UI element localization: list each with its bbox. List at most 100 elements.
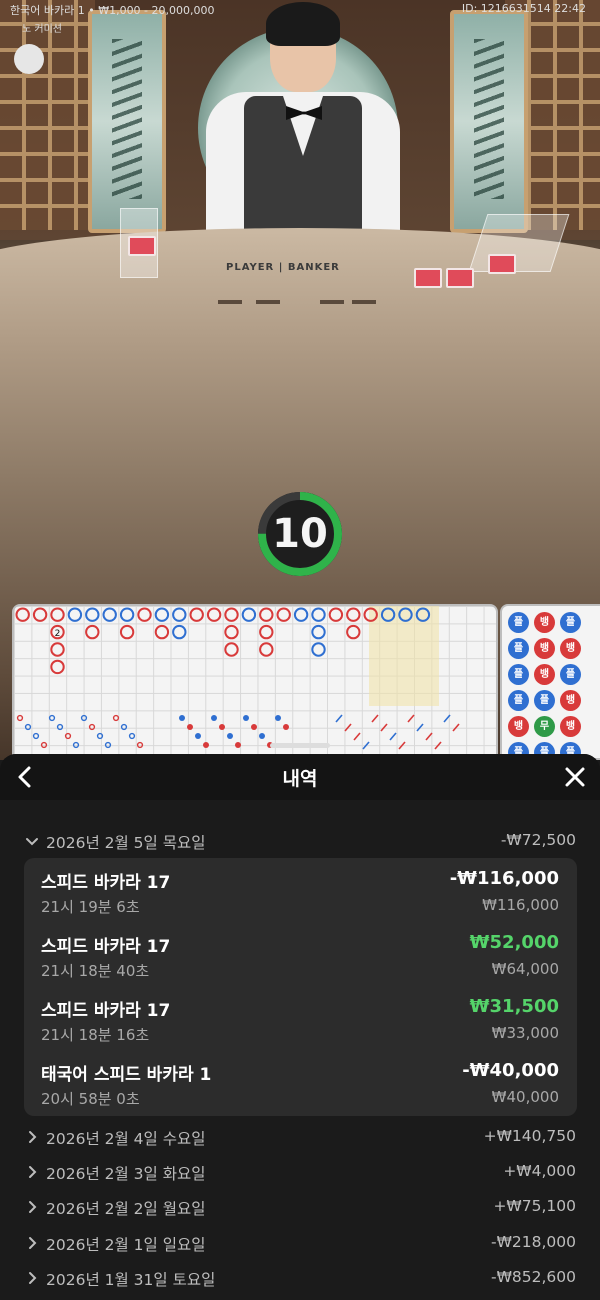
countdown-timer: 10: [254, 488, 346, 580]
cockroach-road-mark: [344, 723, 352, 732]
big-road-mark: [154, 624, 170, 640]
cockroach-road-mark: [434, 741, 442, 750]
day-total: -₩852,600: [490, 1268, 576, 1286]
day-total: -₩72,500: [500, 831, 576, 849]
transaction-time: 20시 58분 0초: [41, 1090, 140, 1108]
bead-result: 플: [560, 612, 581, 633]
derived-road-dot: [56, 723, 64, 731]
big-road-mark: [241, 607, 257, 622]
cockroach-road-mark: [443, 714, 451, 723]
small-road-dot: [179, 715, 185, 721]
big-road-mark: [346, 607, 361, 622]
big-road-mark: [259, 624, 274, 640]
bead-result: 플: [508, 690, 529, 711]
sheet-drag-handle[interactable]: [270, 743, 330, 748]
big-road-mark: [293, 607, 309, 622]
bead-result: 뱅: [560, 716, 581, 737]
stake-amount: ₩64,000: [491, 960, 559, 978]
bead-result: 플: [534, 690, 555, 711]
big-road-mark: [224, 642, 239, 657]
derived-road-dot: [48, 714, 56, 722]
bead-result: 플: [560, 664, 581, 685]
day-row[interactable]: 2026년 2월 1일 일요일 -₩218,000: [0, 1226, 600, 1260]
bead-result: 플: [508, 664, 529, 685]
live-video-stream[interactable]: PLAYER | BANKER 한국어 바카라 1 • ₩1,000 - 20,…: [0, 0, 600, 760]
cockroach-road-mark: [335, 714, 343, 723]
transaction-time: 21시 19분 6초: [41, 898, 140, 916]
big-road-mark: [172, 607, 187, 622]
small-road-dot: [211, 715, 217, 721]
small-road-dot: [275, 715, 281, 721]
round-id-time: ID: 1216631514 22:42: [461, 2, 586, 15]
derived-road-dot: [72, 741, 80, 749]
close-button[interactable]: [562, 762, 588, 792]
transaction-row[interactable]: 스피드 바카라 17 21시 18분 16초 ₩31,500 ₩33,000: [24, 990, 577, 1054]
cockroach-road-mark: [371, 714, 379, 723]
transaction-row[interactable]: 태국어 스피드 바카라 1 20시 58분 0초 -₩40,000 ₩40,00…: [24, 1054, 577, 1118]
net-amount: -₩116,000: [449, 868, 559, 889]
big-road-mark: [311, 642, 326, 657]
day-row[interactable]: 2026년 2월 3일 화요일 +₩4,000: [0, 1155, 600, 1189]
day-row[interactable]: 2026년 1월 31일 토요일 -₩852,600: [0, 1261, 600, 1295]
big-road-mark: [259, 607, 274, 622]
day-row[interactable]: 2026년 2월 2일 월요일 +₩75,100: [0, 1190, 600, 1224]
playing-card: [414, 268, 442, 288]
derived-road-dot: [104, 741, 112, 749]
bead-plate-scoreboard[interactable]: 플뱅플플뱅뱅플뱅플플플뱅뱅무뱅플플플: [500, 604, 600, 760]
cockroach-road-mark: [353, 732, 361, 741]
transaction-row[interactable]: 스피드 바카라 17 21시 19분 6초 -₩116,000 ₩116,000: [24, 862, 577, 926]
bead-result: 뱅: [534, 664, 555, 685]
bead-result: 플: [508, 638, 529, 659]
derived-road-dot: [96, 732, 104, 740]
bead-result: 뱅: [508, 716, 529, 737]
big-road-scoreboard[interactable]: 2: [12, 604, 498, 760]
derived-road-dot: [80, 714, 88, 722]
bead-result: 뱅: [560, 638, 581, 659]
day-row[interactable]: 2026년 2월 4일 수요일 +₩140,750: [0, 1120, 600, 1154]
menu-circle-button[interactable]: [14, 44, 44, 74]
chevron-right-icon: [29, 1201, 37, 1213]
derived-road-dot: [128, 732, 136, 740]
stake-amount: ₩40,000: [491, 1088, 559, 1106]
history-title: 내역: [282, 768, 318, 790]
dealer-vest: [244, 96, 362, 242]
derived-road-dot: [32, 732, 40, 740]
card-slot: [218, 300, 242, 304]
big-road-mark: [15, 607, 30, 622]
cockroach-road-mark: [380, 723, 388, 732]
derived-road-dot: [136, 741, 144, 749]
jade-panel-right: [450, 10, 528, 233]
game-name: 스피드 바카라 17: [41, 1001, 171, 1021]
bead-result: 플: [508, 612, 529, 633]
big-road-mark: [102, 607, 117, 622]
transaction-list: 스피드 바카라 17 21시 19분 6초 -₩116,000 ₩116,000…: [24, 858, 577, 1116]
big-road-mark: [50, 607, 65, 622]
bead-result: 뱅: [534, 638, 555, 659]
net-amount: ₩31,500: [469, 996, 559, 1017]
derived-road-dot: [64, 732, 72, 740]
derived-road-dot: [120, 723, 128, 731]
dealer-hair: [266, 2, 340, 46]
big-road-mark: [85, 624, 100, 640]
countdown-seconds: 10: [272, 511, 328, 557]
cockroach-road-mark: [362, 741, 370, 750]
big-road-mark: [276, 607, 291, 622]
transaction-row[interactable]: 스피드 바카라 17 21시 18분 40초 ₩52,000 ₩64,000: [24, 926, 577, 990]
day-label: 2026년 2월 4일 수요일: [46, 1130, 206, 1148]
big-road-mark: [380, 607, 396, 622]
chevron-right-icon: [29, 1272, 37, 1284]
derived-road-dot: [24, 723, 32, 731]
big-road-mark: [398, 607, 413, 622]
big-road-mark: [328, 607, 344, 622]
day-total: +₩4,000: [503, 1162, 576, 1180]
cockroach-road-mark: [425, 732, 433, 741]
game-name: 스피드 바카라 17: [41, 937, 171, 957]
stake-amount: ₩116,000: [482, 896, 559, 914]
game-name: 스피드 바카라 17: [41, 873, 171, 893]
day-row-expanded[interactable]: 2026년 2월 5일 목요일 -₩72,500: [0, 824, 600, 858]
card-slot: [352, 300, 376, 304]
day-total: -₩218,000: [490, 1233, 576, 1251]
big-road-mark: [415, 607, 431, 622]
cockroach-road-mark: [389, 732, 397, 741]
small-road-dot: [251, 724, 257, 730]
